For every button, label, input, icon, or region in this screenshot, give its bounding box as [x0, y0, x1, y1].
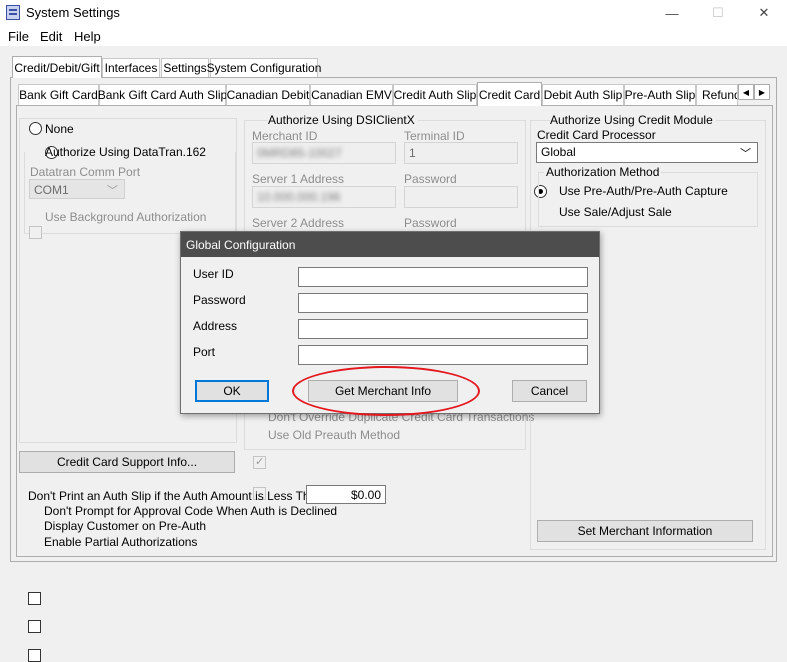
credit-card-support-info-button[interactable]: Credit Card Support Info... — [19, 451, 235, 473]
menu-help[interactable]: Help — [74, 29, 101, 44]
dont-prompt-checkbox[interactable] — [28, 592, 41, 605]
set-merchant-information-button[interactable]: Set Merchant Information — [537, 520, 753, 542]
comm-port-select[interactable]: COM1 ﹀ — [29, 179, 125, 199]
port-label: Port — [193, 345, 216, 359]
cancel-button[interactable]: Cancel — [512, 380, 587, 402]
tab-system-configuration[interactable]: System Configuration — [207, 58, 321, 77]
merchant-id-label: Merchant ID — [252, 129, 318, 143]
merchant-id-value: 0MRD85-10027 — [257, 146, 342, 160]
dont-print-label: Don't Print an Auth Slip if the Auth Amo… — [28, 489, 323, 503]
none-radio[interactable] — [29, 122, 42, 135]
tab-canadian-emv[interactable]: Canadian EMV — [310, 84, 393, 105]
processor-label: Credit Card Processor — [537, 128, 656, 142]
user-id-field[interactable] — [298, 267, 588, 287]
chevron-down-icon: ﹀ — [740, 148, 751, 160]
server1-value: 10.000.000.196 — [257, 190, 341, 204]
password2-label: Password — [404, 216, 457, 230]
password1-label: Password — [404, 172, 457, 186]
tab-canadian-debit[interactable]: Canadian Debit — [226, 84, 310, 105]
menu-edit[interactable]: Edit — [40, 29, 62, 44]
window-title: System Settings — [26, 5, 120, 20]
processor-value: Global — [541, 145, 576, 159]
old-preauth-label: Use Old Preauth Method — [268, 428, 401, 442]
auth-method-title: Authorization Method — [544, 165, 662, 179]
tab-settings[interactable]: Settings — [161, 58, 209, 77]
menu-file[interactable]: File — [8, 29, 29, 44]
dialog-title: Global Configuration — [181, 232, 599, 257]
maximize-button[interactable]: ☐ — [695, 0, 741, 26]
none-label: None — [45, 122, 74, 136]
tab-bank-gift-card-auth-slip[interactable]: Bank Gift Card Auth Slip — [98, 84, 227, 105]
port-field[interactable] — [298, 345, 588, 365]
user-id-label: User ID — [193, 267, 234, 281]
terminal-id-field[interactable]: 1 — [404, 142, 518, 164]
server1-field[interactable]: 10.000.000.196 — [252, 186, 396, 208]
dont-print-amount-field[interactable]: $0.00 — [306, 485, 386, 504]
comm-port-value: COM1 — [34, 183, 69, 197]
preauth-label: Use Pre-Auth/Pre-Auth Capture — [559, 184, 728, 198]
display-customer-label: Display Customer on Pre-Auth — [44, 519, 207, 533]
tab-credit-auth-slip[interactable]: Credit Auth Slip — [393, 84, 477, 105]
tab-credit-debit-gift[interactable]: Credit/Debit/Gift — [12, 56, 102, 78]
tab-interfaces[interactable]: Interfaces — [102, 58, 160, 77]
partial-auth-checkbox[interactable] — [28, 649, 41, 662]
password-label: Password — [193, 293, 246, 307]
server2-label: Server 2 Address — [252, 216, 345, 230]
tab-bank-gift-card[interactable]: Bank Gift Card — [18, 84, 99, 105]
partial-auth-label: Enable Partial Authorizations — [44, 535, 198, 549]
password1-field[interactable] — [404, 186, 518, 208]
address-field[interactable] — [298, 319, 588, 339]
processor-select[interactable]: Global ﹀ — [536, 142, 758, 163]
dont-prompt-label: Don't Prompt for Approval Code When Auth… — [44, 504, 338, 518]
highlight-ellipse — [292, 366, 480, 416]
tab-scroll-right-button[interactable]: ▶ — [754, 84, 770, 100]
merchant-id-field[interactable]: 0MRD85-10027 — [252, 142, 396, 164]
ok-button[interactable]: OK — [195, 380, 269, 402]
credit-module-label: Authorize Using Credit Module — [550, 113, 716, 127]
tab-pre-auth-slip[interactable]: Pre-Auth Slip — [624, 84, 696, 105]
terminal-id-label: Terminal ID — [404, 129, 465, 143]
chevron-down-icon: ﹀ — [107, 185, 118, 197]
comm-port-label: Datatran Comm Port — [30, 165, 141, 179]
tab-debit-auth-slip[interactable]: Debit Auth Slip — [542, 84, 624, 105]
tab-scroll-left-button[interactable]: ◀ — [738, 84, 754, 100]
address-label: Address — [193, 319, 238, 333]
server1-label: Server 1 Address — [252, 172, 345, 186]
menu-bar — [0, 26, 787, 46]
app-icon — [6, 5, 20, 20]
tab-refund[interactable]: Refund — [696, 84, 738, 105]
sale-label: Use Sale/Adjust Sale — [559, 205, 672, 219]
background-auth-checkbox[interactable] — [29, 226, 42, 239]
password-field[interactable] — [298, 293, 588, 313]
dont-override-checkbox[interactable] — [253, 455, 266, 469]
background-auth-label: Use Background Authorization — [45, 210, 207, 224]
tab-credit-card[interactable]: Credit Card — [477, 82, 542, 106]
dsiclientx-label: Authorize Using DSIClientX — [268, 113, 418, 127]
minimize-button[interactable]: — — [649, 0, 695, 26]
close-button[interactable]: ✕ — [741, 0, 787, 26]
display-customer-checkbox[interactable] — [28, 620, 41, 633]
